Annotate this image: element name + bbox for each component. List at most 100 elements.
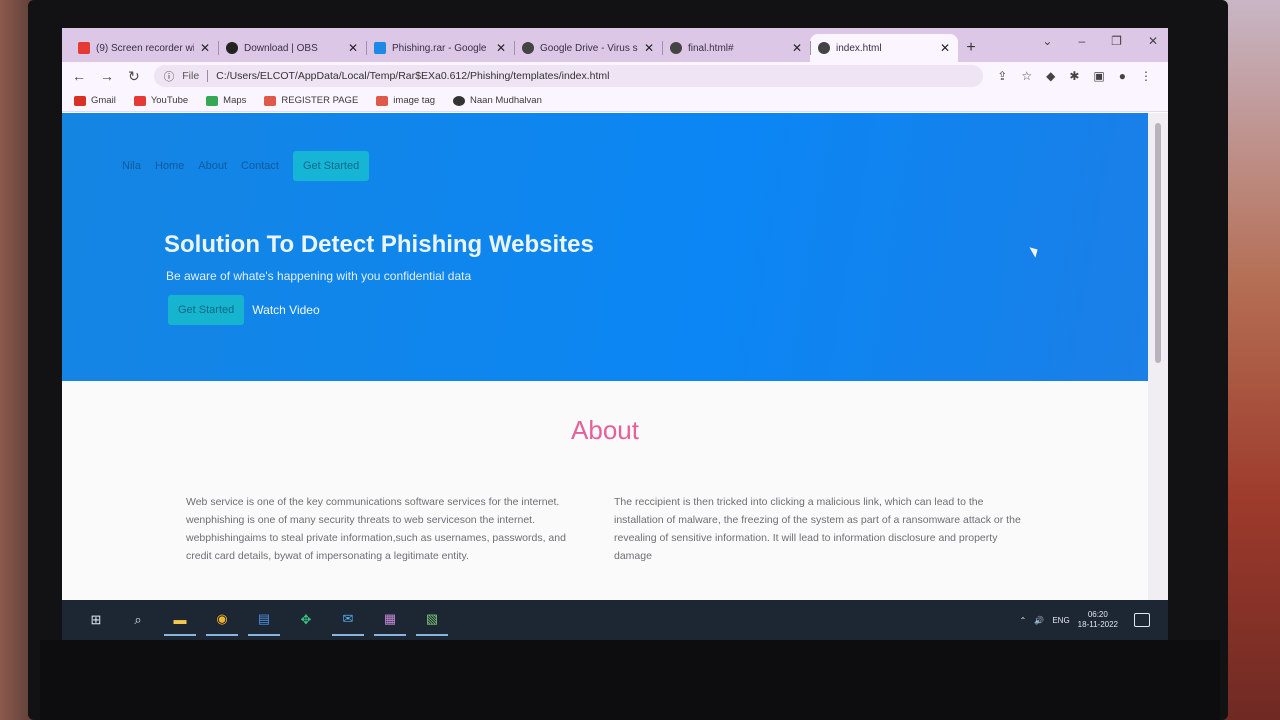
nav-get-started-button[interactable]: Get Started — [292, 151, 370, 181]
tab-index-html[interactable]: index.html ✕ — [810, 34, 958, 62]
divider — [207, 70, 209, 82]
bookmark-register-page[interactable]: REGISTER PAGE — [264, 95, 358, 106]
nav-link-about[interactable]: About — [198, 160, 227, 172]
hero-section: Nila Home About Contact Get Started Solu… — [62, 113, 1148, 381]
laptop-screen: (9) Screen recorder wi ✕ Download | OBS … — [62, 28, 1168, 640]
tab-download-obs[interactable]: Download | OBS ✕ — [218, 34, 366, 62]
about-text-left: Web service is one of the key communicat… — [186, 496, 566, 562]
minimize-icon[interactable]: – — [1078, 34, 1085, 48]
bookmark-image-tag[interactable]: image tag — [376, 95, 435, 106]
bookmark-naan-mudhalvan[interactable]: Naan Mudhalvan — [453, 95, 542, 106]
web-page: Nila Home About Contact Get Started Solu… — [62, 113, 1148, 603]
page-icon — [376, 95, 389, 106]
extension-icon[interactable]: ◆ — [1046, 69, 1055, 83]
tab-strip: (9) Screen recorder wi ✕ Download | OBS … — [62, 28, 1168, 62]
tab-label: Google Drive - Virus s — [540, 42, 638, 54]
menu-icon[interactable]: ⋮ — [1140, 69, 1152, 83]
windows-start-icon[interactable]: ⊞ — [80, 604, 112, 636]
hero-title: Solution To Detect Phishing Websites — [164, 231, 594, 258]
close-icon[interactable]: ✕ — [348, 41, 358, 55]
watch-video-link[interactable]: Watch Video — [252, 303, 319, 317]
info-icon[interactable]: ⓘ — [164, 69, 175, 84]
about-text-right: The reccipient is then tricked into clic… — [614, 496, 1021, 562]
maximize-icon[interactable]: ❐ — [1111, 34, 1122, 48]
tab-label: Phishing.rar - Google — [392, 42, 487, 54]
tab-label: Download | OBS — [244, 42, 318, 54]
bookmark-maps[interactable]: Maps — [206, 95, 246, 106]
system-tray: ⌃ 🔊 ENG 06:20 18-11-2022 — [1020, 610, 1150, 630]
extensions-area: ⇪ ☆ ◆ ✱ ▣ ● ⋮ — [997, 69, 1152, 83]
globe-icon — [670, 42, 682, 54]
bookmark-label: REGISTER PAGE — [281, 95, 359, 106]
bookmark-gmail[interactable]: Gmail — [74, 95, 116, 106]
file-explorer-icon[interactable]: ▬ — [164, 604, 196, 636]
profile-avatar-icon[interactable]: ● — [1119, 69, 1126, 83]
calendar-icon[interactable]: ▦ — [374, 604, 406, 636]
nav-link-contact[interactable]: Contact — [241, 160, 279, 172]
tab-google-drive-virus[interactable]: Google Drive - Virus s ✕ — [514, 34, 662, 62]
reload-icon[interactable]: ↻ — [128, 68, 140, 85]
volume-icon[interactable]: 🔊 — [1034, 616, 1044, 625]
close-icon[interactable]: ✕ — [200, 41, 210, 55]
chrome-icon[interactable]: ◉ — [206, 604, 238, 636]
word-icon[interactable]: ▤ — [248, 604, 280, 636]
globe-icon — [453, 95, 466, 106]
about-section: About Web service is one of the key comm… — [62, 381, 1148, 603]
close-icon[interactable]: ✕ — [792, 41, 802, 55]
get-started-button[interactable]: Get Started — [168, 295, 245, 325]
sidebar-icon[interactable]: ▣ — [1093, 69, 1104, 83]
tab-final-html[interactable]: final.html# ✕ — [662, 34, 810, 62]
url-text: C:/Users/ELCOT/AppData/Local/Temp/Rar$EX… — [216, 70, 610, 82]
close-icon[interactable]: ✕ — [496, 41, 506, 55]
browser-toolbar: ← → ↻ ⓘ File C:/Users/ELCOT/AppData/Loca… — [62, 62, 1168, 90]
close-icon[interactable]: ✕ — [940, 41, 950, 55]
new-tab-button[interactable]: + — [958, 34, 984, 62]
nav-link-home[interactable]: Home — [155, 160, 184, 172]
windows-taskbar: ⊞ ⌕ ▬ ◉ ▤ ✥ ✉ ▦ ▧ ⌃ 🔊 ENG 06:20 18-11-20… — [62, 600, 1168, 640]
bookmark-label: Maps — [223, 95, 247, 106]
youtube-icon — [133, 95, 146, 106]
bookmark-label: YouTube — [150, 95, 189, 106]
bookmark-label: image tag — [393, 95, 436, 106]
clock[interactable]: 06:20 18-11-2022 — [1078, 610, 1118, 630]
app-icon[interactable]: ✥ — [290, 604, 322, 636]
back-icon[interactable]: ← — [72, 68, 86, 84]
photos-icon[interactable]: ▧ — [416, 604, 448, 636]
bookmarks-bar: Gmail YouTube Maps REGISTER PAGE image t… — [62, 90, 1168, 112]
close-icon[interactable]: ✕ — [644, 41, 654, 55]
bookmark-label: Naan Mudhalvan — [470, 95, 542, 106]
site-nav: Nila Home About Contact Get Started — [122, 151, 370, 181]
url-scheme: File — [182, 70, 200, 82]
laptop-bezel-bottom — [40, 640, 1220, 720]
puzzle-icon[interactable]: ✱ — [1069, 69, 1079, 83]
tab-search-icon[interactable]: ⌄ — [1042, 34, 1052, 48]
globe-icon — [522, 42, 534, 54]
close-window-icon[interactable]: ✕ — [1148, 34, 1158, 48]
tab-screen-recorder[interactable]: (9) Screen recorder wi ✕ — [70, 34, 218, 62]
forward-icon[interactable]: → — [100, 68, 114, 84]
gmail-icon — [74, 95, 86, 106]
search-icon[interactable]: ⌕ — [122, 604, 154, 636]
site-brand[interactable]: Nila — [122, 160, 141, 172]
tab-phishing-rar[interactable]: Phishing.rar - Google ✕ — [366, 34, 514, 62]
clock-date: 18-11-2022 — [1077, 620, 1118, 629]
youtube-icon — [78, 42, 90, 54]
mail-icon[interactable]: ✉ — [332, 604, 364, 636]
bookmark-star-icon[interactable]: ☆ — [1021, 69, 1032, 83]
globe-icon — [818, 42, 830, 54]
tab-label: final.html# — [688, 42, 734, 54]
address-bar[interactable]: ⓘ File C:/Users/ELCOT/AppData/Local/Temp… — [153, 65, 984, 87]
language-indicator[interactable]: ENG — [1052, 616, 1069, 625]
window-controls: ⌄ – ❐ ✕ — [1042, 34, 1158, 48]
share-icon[interactable]: ⇪ — [997, 69, 1007, 83]
page-icon — [264, 95, 277, 106]
scrollbar-thumb[interactable] — [1155, 123, 1161, 363]
page-scrollbar[interactable] — [1148, 113, 1168, 603]
bookmark-youtube[interactable]: YouTube — [133, 95, 189, 106]
chevron-up-icon[interactable]: ⌃ — [1020, 616, 1027, 625]
notifications-icon[interactable] — [1134, 613, 1150, 627]
mouse-cursor-icon — [1029, 244, 1041, 258]
google-drive-icon — [374, 42, 386, 54]
tab-label: (9) Screen recorder wi — [96, 42, 194, 54]
clock-time: 06:20 — [1087, 610, 1108, 619]
